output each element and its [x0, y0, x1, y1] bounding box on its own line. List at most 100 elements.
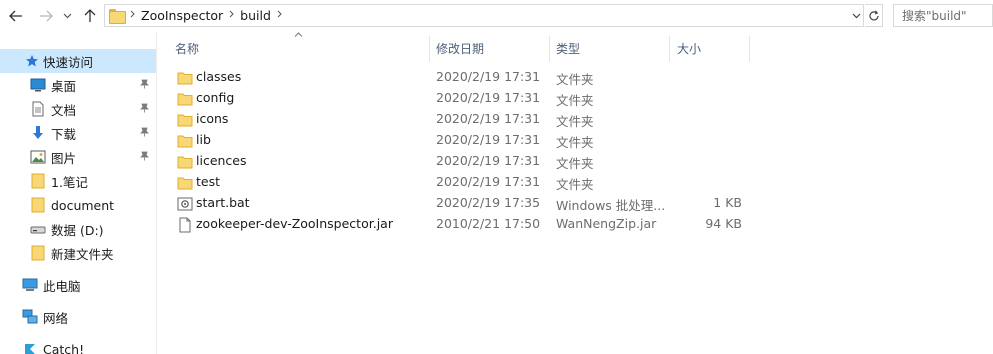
nav-item-label: 文档	[51, 102, 77, 118]
file-date: 2020/2/19 17:31	[436, 132, 541, 147]
file-row[interactable]: test 2020/2/19 17:31 文件夹	[170, 172, 750, 193]
nav-item-downloads[interactable]: 下载	[0, 121, 156, 145]
nav-item-label: 此电脑	[43, 278, 81, 294]
folder-icon	[177, 133, 193, 149]
breadcrumb-item[interactable]: ZooInspector	[141, 8, 223, 23]
picture-icon	[30, 149, 46, 165]
folder-icon	[30, 197, 46, 213]
file-name: test	[196, 174, 221, 189]
file-row[interactable]: lib 2020/2/19 17:31 文件夹	[170, 130, 750, 151]
desktop-icon	[30, 77, 46, 93]
pin-icon	[140, 151, 149, 164]
file-date: 2010/2/21 17:50	[436, 216, 541, 231]
file-size: 1 KB	[713, 195, 742, 210]
pin-icon	[140, 79, 149, 92]
file-row[interactable]: config 2020/2/19 17:31 文件夹	[170, 88, 750, 109]
file-type: 文件夹	[556, 135, 594, 150]
column-divider[interactable]	[749, 36, 750, 62]
nav-item-label: 数据 (D:)	[51, 222, 104, 238]
star-icon	[24, 53, 40, 69]
nav-item-label: 图片	[51, 150, 77, 166]
nav-item-document[interactable]: document	[0, 193, 156, 217]
column-header-size[interactable]: 大小	[677, 36, 747, 60]
file-type: 文件夹	[556, 177, 594, 192]
file-row[interactable]: zookeeper-dev-ZooInspector.jar 2010/2/21 …	[170, 214, 750, 235]
column-header-date[interactable]: 修改日期	[436, 36, 546, 60]
nav-item-new-folder[interactable]: 新建文件夹	[0, 241, 156, 265]
file-row[interactable]: icons 2020/2/19 17:31 文件夹	[170, 109, 750, 130]
file-date: 2020/2/19 17:31	[436, 153, 541, 168]
file-type: 文件夹	[556, 72, 594, 87]
file-type: 文件夹	[556, 114, 594, 129]
folder-icon	[177, 91, 193, 107]
folder-icon	[30, 245, 46, 261]
nav-item-label: 快速访问	[43, 54, 94, 70]
nav-item-network[interactable]: 网络	[0, 305, 156, 329]
drive-icon	[30, 221, 46, 237]
chevron-right-icon[interactable]	[130, 10, 135, 21]
navigation-pane: 快速访问 桌面 文档 下载 图片 1.笔记 document 数据 (D:) 新…	[0, 32, 157, 354]
nav-quick-access[interactable]: 快速访问	[0, 49, 156, 73]
file-row[interactable]: start.bat 2020/2/19 17:35 Windows 批处理... 1 …	[170, 193, 750, 214]
file-date: 2020/2/19 17:31	[436, 90, 541, 105]
forward-arrow-icon[interactable]	[36, 5, 56, 27]
nav-item-documents[interactable]: 文档	[0, 97, 156, 121]
chevron-right-icon[interactable]	[277, 10, 282, 21]
nav-item-label: 桌面	[51, 78, 77, 94]
pin-icon	[140, 127, 149, 140]
column-divider[interactable]	[669, 36, 670, 62]
nav-item-desktop[interactable]: 桌面	[0, 73, 156, 97]
pin-icon	[140, 103, 149, 116]
nav-item-label: 网络	[43, 310, 69, 326]
catch-app-icon	[22, 341, 38, 354]
nav-item-this-pc[interactable]: 此电脑	[0, 273, 156, 297]
chevron-right-icon[interactable]	[229, 10, 234, 21]
network-icon	[22, 309, 38, 325]
nav-item-label: document	[51, 197, 115, 213]
folder-icon	[177, 112, 193, 128]
file-type: 文件夹	[556, 93, 594, 108]
nav-item-label: Catch!	[43, 341, 85, 354]
file-name: config	[196, 90, 235, 105]
file-name: zookeeper-dev-ZooInspector.jar	[196, 216, 393, 231]
nav-item-label: 1.笔记	[51, 174, 88, 190]
column-divider[interactable]	[429, 36, 430, 62]
file-name: icons	[196, 111, 229, 126]
computer-icon	[22, 277, 38, 293]
recent-locations-chevron-icon[interactable]	[60, 5, 74, 27]
file-type: WanNengZip.jar	[556, 216, 657, 231]
address-bar[interactable]: ZooInspector build	[104, 4, 864, 27]
file-date: 2020/2/19 17:31	[436, 174, 541, 189]
column-header-name[interactable]: 名称	[175, 36, 425, 60]
folder-icon	[30, 173, 46, 189]
nav-item-label: 新建文件夹	[51, 246, 114, 262]
breadcrumb-item[interactable]: build	[240, 8, 271, 23]
file-name: licences	[196, 153, 247, 168]
batch-file-icon	[177, 196, 193, 212]
back-arrow-icon[interactable]	[6, 5, 26, 27]
address-dropdown-chevron-icon[interactable]	[848, 4, 864, 27]
nav-item-label: 下载	[51, 126, 77, 142]
address-bar-row: ZooInspector build 搜索"build"	[0, 0, 993, 32]
folder-icon	[109, 9, 126, 24]
search-input[interactable]: 搜索"build"	[893, 4, 993, 27]
file-type: Windows 批处理...	[556, 198, 666, 213]
file-type: 文件夹	[556, 156, 594, 171]
file-name: lib	[196, 132, 211, 147]
file-row[interactable]: classes 2020/2/19 17:31 文件夹	[170, 67, 750, 88]
document-icon	[30, 101, 46, 117]
nav-item-notes[interactable]: 1.笔记	[0, 169, 156, 193]
file-name: classes	[196, 69, 242, 84]
file-row[interactable]: licences 2020/2/19 17:31 文件夹	[170, 151, 750, 172]
nav-item-drive-d[interactable]: 数据 (D:)	[0, 217, 156, 241]
refresh-icon[interactable]	[865, 4, 883, 27]
folder-icon	[177, 70, 193, 86]
nav-item-catch[interactable]: Catch!	[0, 337, 156, 354]
file-date: 2020/2/19 17:31	[436, 111, 541, 126]
folder-icon	[177, 175, 193, 191]
up-arrow-icon[interactable]	[80, 5, 100, 27]
nav-item-pictures[interactable]: 图片	[0, 145, 156, 169]
column-divider[interactable]	[549, 36, 550, 62]
column-header-type[interactable]: 类型	[556, 36, 666, 60]
folder-icon	[177, 154, 193, 170]
